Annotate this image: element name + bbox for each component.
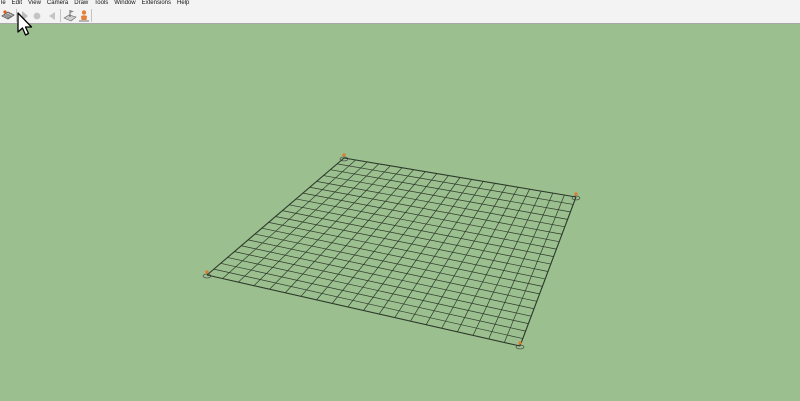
corner-marker-icon <box>571 192 581 201</box>
map-pin-tool-icon <box>62 9 77 21</box>
menu-edit[interactable]: Edit <box>9 0 25 7</box>
toolbar-separator <box>60 9 61 22</box>
menu-window[interactable]: Window <box>111 0 138 7</box>
menu-bar: le Edit View Camera Draw Tools Window Ex… <box>0 0 800 7</box>
stop-record-icon <box>33 12 40 19</box>
menu-view[interactable]: View <box>25 0 44 7</box>
menu-extensions[interactable]: Extensions <box>139 0 174 7</box>
grid-line <box>289 204 554 257</box>
model-viewport[interactable] <box>0 24 800 401</box>
terrain-grid <box>206 157 577 347</box>
grid-line <box>302 192 560 243</box>
corner-marker-icon <box>515 341 525 350</box>
toolbar-separator <box>91 9 92 22</box>
grid-line <box>254 233 540 295</box>
grid-line <box>309 186 563 235</box>
stop-record-button[interactable] <box>29 8 44 23</box>
person-tool-icon <box>78 9 89 21</box>
sandbox-tool-icon <box>0 9 15 19</box>
corner-marker-icon <box>202 270 212 279</box>
grid-line <box>261 227 543 287</box>
sandbox-tool-button[interactable] <box>0 8 15 23</box>
play-back-button[interactable] <box>44 8 59 23</box>
grid-line <box>206 274 521 347</box>
menu-tools[interactable]: Tools <box>91 0 111 7</box>
grid-line <box>295 198 557 250</box>
toolbar <box>0 7 800 24</box>
grid-line <box>213 268 523 339</box>
menu-help[interactable]: Help <box>174 0 192 7</box>
menu-file[interactable]: le <box>0 0 9 7</box>
map-pin-tool-button[interactable] <box>62 8 77 23</box>
menu-draw[interactable]: Draw <box>71 0 91 7</box>
person-tool-button[interactable] <box>76 8 91 23</box>
grid-line <box>275 216 549 272</box>
menu-camera[interactable]: Camera <box>44 0 71 7</box>
play-back-icon <box>48 11 55 20</box>
